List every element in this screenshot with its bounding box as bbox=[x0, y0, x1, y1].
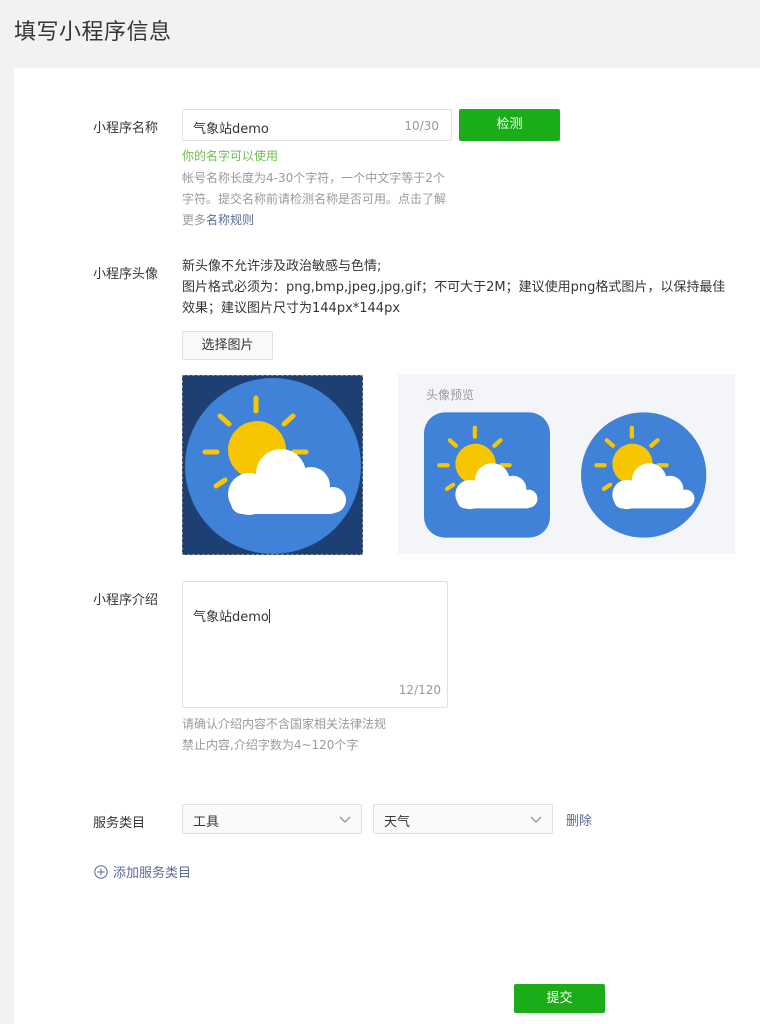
secondary-category-value: 天气 bbox=[384, 815, 411, 830]
avatar-desc-line1: 新头像不允许涉及政治敏感与色情; bbox=[182, 259, 382, 274]
text-cursor bbox=[268, 609, 270, 623]
avatar-crop-area[interactable] bbox=[182, 375, 363, 555]
intro-label: 小程序介绍 bbox=[93, 593, 159, 608]
avatar-preview-title: 头像预览 bbox=[426, 388, 475, 402]
avatar-label: 小程序头像 bbox=[93, 267, 159, 282]
name-available-message: 你的名字可以使用 bbox=[182, 149, 279, 163]
name-input[interactable]: 气象站demo 10/30 bbox=[182, 109, 452, 141]
primary-category-value: 工具 bbox=[193, 815, 220, 830]
intro-hint-line2: 禁止内容,介绍字数为4~120个字 bbox=[182, 738, 359, 752]
weather-sun-cloud-icon bbox=[581, 412, 707, 538]
name-rules-link[interactable]: 名称规则 bbox=[206, 213, 254, 227]
name-label: 小程序名称 bbox=[93, 121, 159, 136]
name-hint: 帐号名称长度为4-30个字符，一个中文字等于2个字符。提交名称前请检测名称是否可… bbox=[182, 168, 452, 231]
check-name-button[interactable]: 检测 bbox=[459, 109, 560, 141]
chevron-down-icon bbox=[339, 816, 351, 823]
weather-sun-cloud-icon bbox=[424, 412, 550, 538]
intro-value: 气象站demo bbox=[193, 610, 269, 625]
chevron-down-icon bbox=[530, 816, 542, 823]
avatar-desc-line2: 图片格式必须为：png,bmp,jpeg,jpg,gif；不可大于2M；建议使用… bbox=[182, 280, 726, 316]
intro-hint: 请确认介绍内容不含国家相关法律法规 禁止内容,介绍字数为4~120个字 bbox=[182, 714, 386, 756]
delete-category-link[interactable]: 删除 bbox=[566, 810, 592, 829]
avatar-preview-circle bbox=[581, 412, 707, 538]
secondary-category-select[interactable]: 天气 bbox=[373, 804, 553, 834]
submit-button[interactable]: 提交 bbox=[514, 984, 605, 1013]
intro-counter: 12/120 bbox=[398, 683, 441, 697]
avatar-preview-square bbox=[424, 412, 550, 538]
weather-sun-cloud-icon bbox=[185, 378, 361, 554]
avatar-description: 新头像不允许涉及政治敏感与色情; 图片格式必须为：png,bmp,jpeg,jp… bbox=[182, 256, 732, 319]
intro-textarea[interactable]: 气象站demo 12/120 bbox=[182, 581, 448, 708]
add-category-link[interactable]: 添加服务类目 bbox=[94, 862, 191, 881]
intro-hint-line1: 请确认介绍内容不含国家相关法律法规 bbox=[182, 717, 387, 731]
add-category-label: 添加服务类目 bbox=[113, 866, 192, 881]
page-title: 填写小程序信息 bbox=[14, 20, 172, 45]
category-label: 服务类目 bbox=[93, 816, 146, 831]
primary-category-select[interactable]: 工具 bbox=[182, 804, 362, 834]
name-input-value: 气象站demo bbox=[193, 122, 269, 137]
plus-circle-icon bbox=[94, 864, 108, 879]
select-image-button[interactable]: 选择图片 bbox=[182, 331, 273, 360]
name-counter: 10/30 bbox=[404, 119, 439, 133]
